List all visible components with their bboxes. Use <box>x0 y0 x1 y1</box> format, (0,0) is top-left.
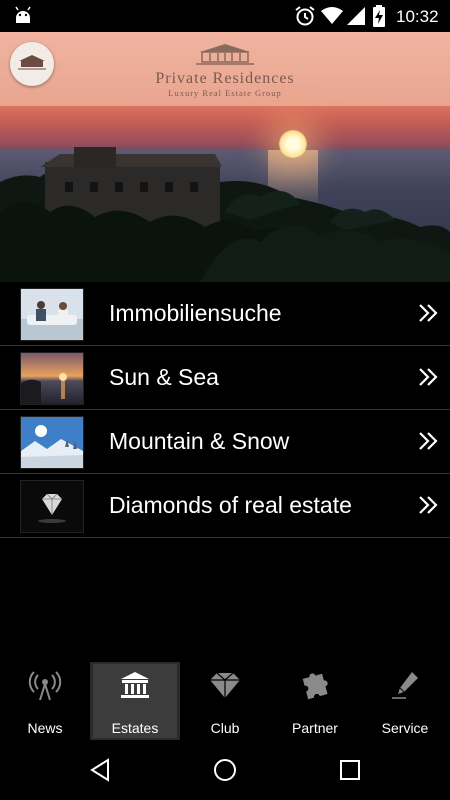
menu-item-diamonds[interactable]: Diamonds of real estate <box>0 474 450 538</box>
system-navigation-bar <box>0 740 450 800</box>
status-bar: 10:32 <box>0 0 450 32</box>
tab-estates[interactable]: Estates <box>90 662 180 740</box>
puzzle-icon <box>302 673 328 700</box>
coastline-villa-image <box>0 147 450 282</box>
thumbnail-sunset-sea <box>20 352 84 405</box>
tab-label: Club <box>210 720 240 736</box>
bottom-navigation: News Estates Club Partner Service <box>0 662 450 740</box>
brand-logo: Private Residences Luxury Real Estate Gr… <box>130 42 320 98</box>
building-icon <box>121 672 149 698</box>
tab-label: Estates <box>111 720 159 736</box>
thumbnail-diamond <box>20 480 84 533</box>
tab-label: Service <box>381 720 429 736</box>
menu-item-label: Immobiliensuche <box>109 300 282 326</box>
tab-label: Partner <box>292 720 338 736</box>
home-icon[interactable] <box>213 758 237 782</box>
alarm-icon <box>295 6 315 26</box>
pen-icon <box>392 672 418 699</box>
logo-button[interactable] <box>10 42 54 86</box>
menu-item-immobiliensuche[interactable]: Immobiliensuche <box>0 282 450 346</box>
back-icon[interactable] <box>88 758 112 782</box>
double-chevron-right-icon <box>419 496 438 514</box>
thumbnail-snowy-mountains <box>20 416 84 469</box>
tab-partner[interactable]: Partner <box>270 662 360 740</box>
tab-label: News <box>27 720 63 736</box>
tab-service[interactable]: Service <box>360 662 450 740</box>
broadcast-icon <box>28 671 62 700</box>
menu-item-label: Sun & Sea <box>109 364 219 390</box>
brand-title: Private Residences <box>155 70 295 87</box>
tab-club[interactable]: Club <box>180 662 270 740</box>
estate-menu-list: Immobiliensuche Sun & Sea Mountain & Sno… <box>0 282 450 538</box>
clock: 10:32 <box>396 7 439 26</box>
android-icon <box>15 6 31 23</box>
menu-item-label: Diamonds of real estate <box>109 492 352 518</box>
hero-banner: Private Residences Luxury Real Estate Gr… <box>0 32 450 282</box>
villa-logo-icon <box>18 55 46 70</box>
recents-icon[interactable] <box>338 758 362 782</box>
diamond-icon <box>210 672 240 698</box>
double-chevron-right-icon <box>419 304 438 322</box>
menu-item-mountain-and-snow[interactable]: Mountain & Snow <box>0 410 450 474</box>
battery-charging-icon <box>373 5 385 27</box>
double-chevron-right-icon <box>419 432 438 450</box>
thumbnail-people-on-couch <box>20 288 84 341</box>
brand-subtitle: Luxury Real Estate Group <box>168 88 282 98</box>
wifi-icon <box>321 7 343 24</box>
tab-news[interactable]: News <box>0 662 90 740</box>
double-chevron-right-icon <box>419 368 438 386</box>
cell-signal-icon <box>347 7 365 25</box>
menu-item-sun-and-sea[interactable]: Sun & Sea <box>0 346 450 410</box>
menu-item-label: Mountain & Snow <box>109 428 290 454</box>
villa-emblem-icon <box>196 44 254 65</box>
